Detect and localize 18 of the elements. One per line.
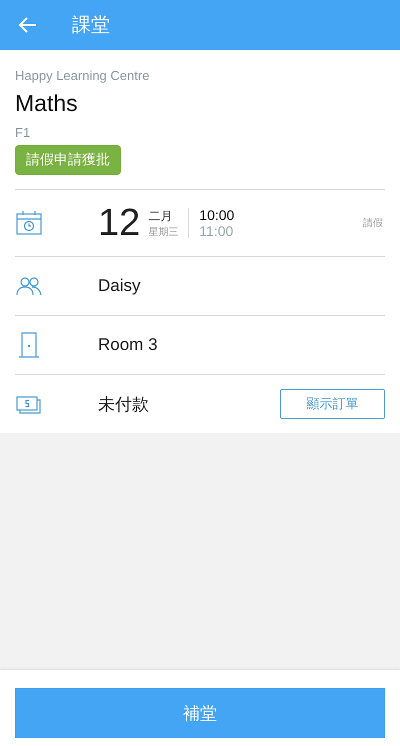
start-time: 10:00 [199,207,236,223]
subject-title: Maths [15,90,79,117]
room-name: Room 3 [98,335,159,355]
day-number: 12 [98,202,140,244]
status-badge: 請假申請獲批 [15,145,121,175]
calendar-clock-icon [15,209,43,237]
header-title: 課堂 [72,13,110,38]
show-order-button[interactable]: 顯示訂單 [280,389,385,419]
leave-link[interactable]: 請假 [361,216,385,230]
makeup-class-button[interactable]: 補堂 [15,688,385,738]
centre-name: Happy Learning Centre [15,68,150,83]
weekday-label: 星期三 [148,226,178,238]
back-icon[interactable] [18,15,38,35]
grade-label: F1 [15,125,32,140]
payment-status: 未付款 [98,394,150,416]
teacher-name: Daisy [98,276,142,296]
end-time: 11:00 [199,223,234,239]
month-label: 二月 [148,208,174,224]
